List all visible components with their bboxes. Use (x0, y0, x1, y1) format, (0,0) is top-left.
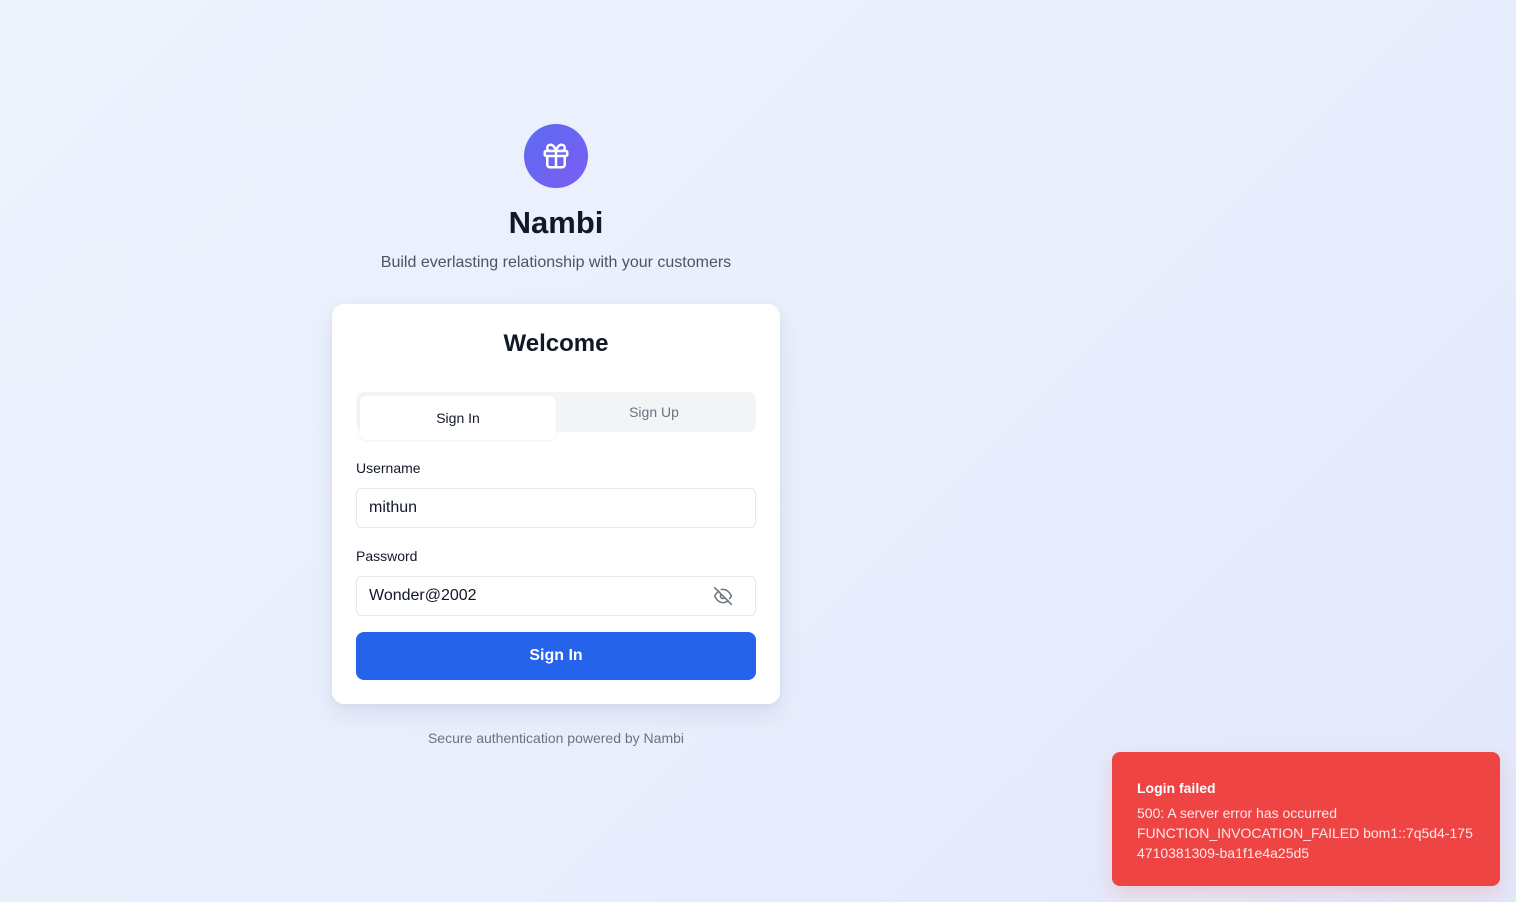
tab-sign-in[interactable]: Sign In (360, 396, 556, 440)
toast-body: 500: A server error has occurred FUNCTIO… (1137, 803, 1475, 863)
logo (524, 124, 588, 188)
error-toast: Login failed 500: A server error has occ… (1112, 752, 1500, 886)
gift-icon (541, 141, 571, 171)
password-label: Password (356, 548, 418, 564)
tab-sign-up[interactable]: Sign Up (556, 396, 752, 428)
username-input[interactable]: mithun (356, 488, 756, 528)
eye-off-icon[interactable] (712, 586, 734, 606)
sign-in-button[interactable]: Sign In (356, 632, 756, 680)
password-field-wrap: Wonder@2002 (356, 576, 756, 616)
footer-note: Secure authentication powered by Nambi (427, 730, 685, 746)
toast-message-line: 500: A server error has occurred (1137, 805, 1337, 821)
password-input[interactable]: Wonder@2002 (356, 576, 756, 616)
app-title: Nambi (508, 205, 604, 240)
brand-header: Nambi Build everlasting relationship wit… (332, 124, 780, 274)
toast-title: Login failed (1137, 780, 1216, 796)
auth-card: Welcome Sign In Sign Up Username mithun … (332, 304, 780, 704)
auth-tabs: Sign In Sign Up (356, 392, 756, 440)
username-field-wrap: mithun (356, 488, 756, 528)
card-title: Welcome (503, 330, 609, 357)
username-label: Username (356, 460, 421, 476)
tagline: Build everlasting relationship with your… (380, 254, 732, 271)
toast-message-line: FUNCTION_INVOCATION_FAILED bom1::7q5d4-1… (1137, 825, 1473, 861)
